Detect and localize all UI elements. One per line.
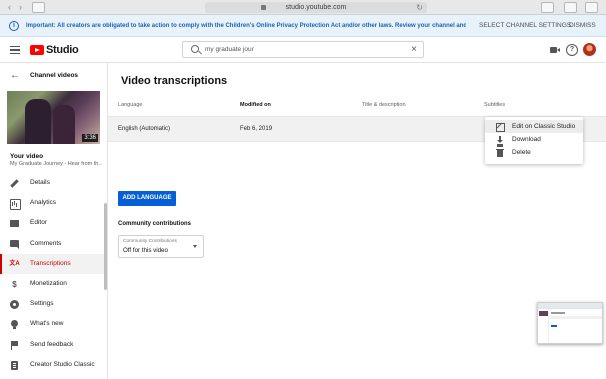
- back-arrow-icon: ←: [10, 70, 20, 81]
- menu-item-edit-classic[interactable]: Edit on Classic Studio: [485, 120, 583, 133]
- back-label: Channel videos: [30, 72, 79, 79]
- dismiss-button[interactable]: DISMISS: [569, 15, 596, 37]
- search-icon: [191, 45, 199, 53]
- browser-toolbar: ‹ › studio.youtube.com ↻: [0, 0, 606, 15]
- preview-button: [551, 325, 557, 327]
- screenshot-preview-thumbnail[interactable]: [537, 302, 603, 344]
- trash-icon: [496, 149, 504, 157]
- video-duration: 3:36: [82, 134, 98, 142]
- caret-down-icon: [193, 245, 197, 248]
- pencil-icon: [10, 179, 19, 188]
- gear-icon: [10, 300, 19, 310]
- main-content: Video transcriptions Language Modified o…: [108, 63, 606, 379]
- select-label: Community Contributions: [123, 239, 177, 244]
- sidebar-item-details[interactable]: Details: [0, 173, 107, 193]
- add-language-button[interactable]: ADD LANGUAGE: [118, 191, 176, 206]
- sidebar-item-monetization[interactable]: $ Monetization: [0, 274, 107, 294]
- translate-icon: 文A: [9, 260, 20, 267]
- sidebar-item-label: Comments: [30, 239, 62, 247]
- menu-item-download[interactable]: Download: [485, 133, 583, 146]
- sidebar-item-label: Creator Studio Classic: [30, 360, 95, 368]
- select-value: Off for this video: [123, 247, 168, 254]
- preview-banner: [538, 307, 602, 309]
- browser-sidebar-button[interactable]: [32, 2, 45, 13]
- sidebar-item-transcriptions[interactable]: 文A Transcriptions: [0, 253, 107, 275]
- search-box[interactable]: ×: [182, 41, 424, 58]
- sidebar-item-editor[interactable]: Editor: [0, 213, 107, 233]
- address-text: studio.youtube.com: [285, 4, 347, 11]
- address-bar[interactable]: studio.youtube.com ↻: [205, 2, 427, 13]
- browser-back-button[interactable]: ‹: [5, 2, 14, 13]
- sidebar-item-label: What's new: [30, 320, 64, 328]
- browser-forward-button[interactable]: ›: [16, 2, 25, 13]
- subtitle-options-menu: Edit on Classic Studio Download Delete: [485, 117, 583, 164]
- menu-item-label: Delete: [512, 149, 531, 156]
- account-avatar[interactable]: [583, 43, 596, 56]
- browser-extension-button[interactable]: [541, 2, 554, 13]
- create-video-icon[interactable]: [549, 44, 561, 56]
- sidebar-item-label: Transcriptions: [30, 259, 71, 267]
- studio-header: Studio × ?: [0, 37, 606, 63]
- download-icon: [496, 136, 504, 144]
- edit-external-icon: [496, 123, 505, 132]
- classic-icon: [10, 360, 19, 370]
- sidebar-item-comments[interactable]: Comments: [0, 234, 107, 254]
- preview-video-thumbnail: [539, 311, 548, 316]
- sidebar-item-whats-new[interactable]: What's new: [0, 314, 107, 334]
- banner-message: Important: All creators are obligated to…: [26, 23, 466, 29]
- video-title: My Graduate Journey - Hear from th...: [10, 161, 102, 167]
- sidebar-item-label: Analytics: [30, 199, 57, 207]
- reload-icon[interactable]: ↻: [416, 2, 423, 13]
- row-modified: Feb 6, 2019: [240, 126, 273, 132]
- column-header-modified[interactable]: Modified on: [240, 101, 271, 109]
- sidebar-item-label: Details: [30, 179, 50, 186]
- sidebar-scrollbar[interactable]: [104, 203, 107, 290]
- row-language: English (Automatic): [118, 126, 171, 132]
- browser-tabs-button[interactable]: [585, 2, 598, 13]
- page-title: Video transcriptions: [121, 75, 228, 87]
- community-contributions-select[interactable]: Community Contributions Off for this vid…: [118, 235, 204, 258]
- youtube-play-icon: [30, 45, 44, 55]
- sidebar-item-label: Monetization: [30, 279, 67, 287]
- info-icon: i: [9, 21, 19, 31]
- community-contributions-heading: Community contributions: [118, 221, 191, 227]
- search-input[interactable]: [205, 42, 405, 57]
- dollar-icon: $: [12, 279, 17, 289]
- sidebar-item-label: Send feedback: [30, 340, 74, 348]
- flag-icon: [10, 340, 19, 350]
- preview-sidebar: [538, 310, 549, 343]
- clear-search-icon[interactable]: ×: [411, 42, 417, 57]
- help-icon[interactable]: ?: [566, 44, 578, 56]
- preview-title: [551, 312, 565, 314]
- hamburger-menu-icon[interactable]: [10, 46, 20, 54]
- column-header-title-description: Title & description: [362, 102, 406, 108]
- menu-item-delete[interactable]: Delete: [485, 146, 583, 159]
- sidebar-item-label: Settings: [30, 300, 54, 308]
- select-channel-settings-button[interactable]: SELECT CHANNEL SETTINGS: [479, 15, 571, 37]
- video-thumbnail[interactable]: 3:36: [7, 91, 100, 144]
- compliance-banner: i Important: All creators are obligated …: [0, 15, 606, 37]
- sidebar-item-send-feedback[interactable]: Send feedback: [0, 335, 107, 355]
- column-header-subtitles: Subtitles: [484, 102, 506, 108]
- browser-share-button[interactable]: [564, 2, 577, 13]
- film-icon: [10, 219, 19, 228]
- column-header-language[interactable]: Language: [118, 101, 142, 109]
- menu-item-label: Edit on Classic Studio: [512, 123, 576, 130]
- comment-icon: [10, 239, 19, 249]
- back-to-channel-videos[interactable]: ← Channel videos: [0, 69, 107, 85]
- preview-row: [550, 316, 602, 319]
- lightbulb-icon: [10, 320, 19, 330]
- sidebar-item-label: Editor: [30, 219, 47, 227]
- sidebar-item-creator-studio-classic[interactable]: Creator Studio Classic: [0, 355, 107, 375]
- analytics-icon: [10, 199, 21, 211]
- sidebar-item-analytics[interactable]: Analytics: [0, 193, 107, 213]
- menu-item-label: Download: [512, 136, 541, 143]
- sidebar: ← Channel videos 3:36 Your video My Grad…: [0, 63, 108, 379]
- logo-text: Studio: [46, 44, 79, 56]
- sidebar-nav: Details Analytics Editor Comments 文A Tra…: [0, 173, 107, 375]
- sidebar-item-settings[interactable]: Settings: [0, 294, 107, 314]
